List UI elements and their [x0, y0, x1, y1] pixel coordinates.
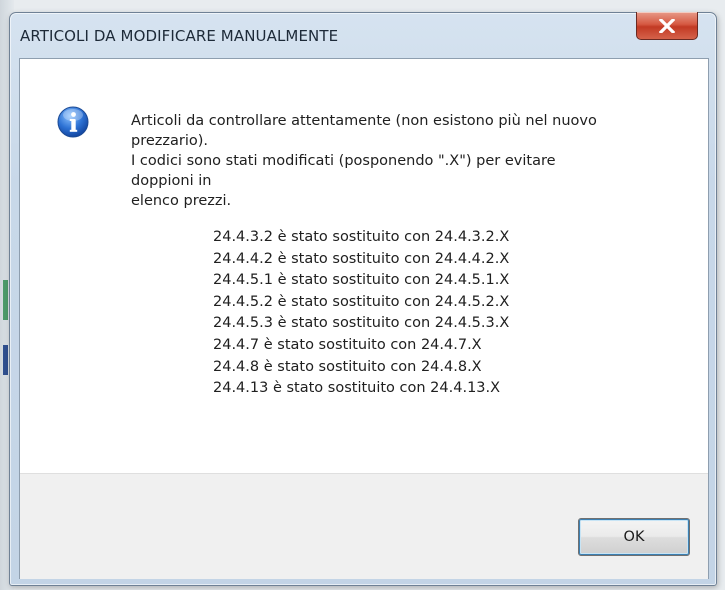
ok-button[interactable]: OK: [578, 518, 690, 556]
replacement-item: 24.4.5.1 è stato sostituito con 24.4.5.1…: [213, 272, 510, 289]
information-icon: [57, 106, 89, 138]
replacement-item: 24.4.8 è stato sostituito con 24.4.8.X: [213, 358, 482, 375]
message-line: Articoli da controllare attentamente (no…: [131, 113, 597, 129]
background-strip-green: [3, 280, 8, 320]
close-icon: [659, 18, 675, 33]
message-line: I codici sono stati modificati (posponen…: [131, 153, 556, 169]
replacement-item: 24.4.4.2 è stato sostituito con 24.4.4.2…: [213, 250, 510, 267]
replacement-item: 24.4.13 è stato sostituito con 24.4.13.X: [213, 380, 501, 397]
message-line: elenco prezzi.: [131, 193, 232, 209]
replacement-item: 24.4.3.2 è stato sostituito con 24.4.3.2…: [213, 229, 510, 245]
dialog-message: Articoli da controllare attentamente (no…: [131, 111, 691, 211]
replacement-item: 24.4.7 è stato sostituito con 24.4.7.X: [213, 336, 482, 353]
dialog-title: ARTICOLI DA MODIFICARE MANUALMENTE: [20, 27, 339, 45]
dialog-body: Articoli da controllare attentamente (no…: [19, 58, 709, 579]
message-line: doppioni in: [131, 173, 212, 189]
replacement-item: 24.4.5.2 è stato sostituito con 24.4.5.2…: [213, 293, 510, 310]
message-dialog: ARTICOLI DA MODIFICARE MANUALMENTE Artic…: [9, 12, 717, 586]
replacement-item: 24.4.5.3 è stato sostituito con 24.4.5.3…: [213, 315, 510, 332]
background-strip-blue: [3, 345, 8, 375]
replacement-list: 24.4.3.2 è stato sostituito con 24.4.3.2…: [213, 227, 509, 400]
close-button[interactable]: [636, 12, 698, 40]
message-line: prezzario).: [131, 133, 209, 149]
